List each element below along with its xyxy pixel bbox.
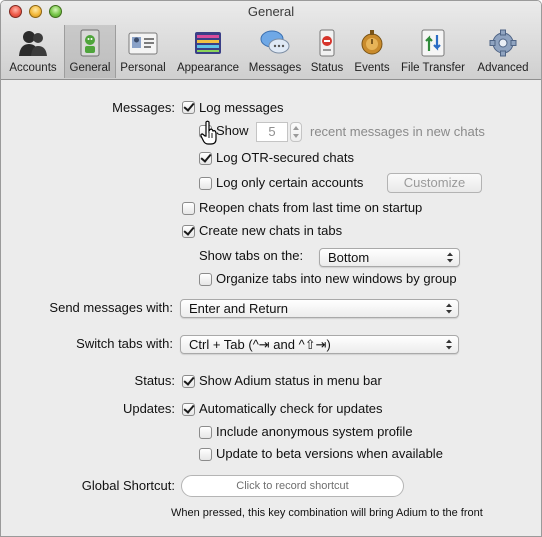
log-messages-label: Log messages xyxy=(199,100,284,115)
toolbar-label-general: General xyxy=(69,62,111,74)
toolbar-label-personal: Personal xyxy=(120,62,166,74)
toolbar-item-file-transfer[interactable]: File Transfer xyxy=(396,25,470,78)
status-section-label: Status: xyxy=(134,373,175,388)
events-icon xyxy=(361,30,383,55)
personal-icon xyxy=(128,32,158,55)
log-certain-accounts-checkbox[interactable] xyxy=(199,177,212,190)
toolbar-label-status: Status xyxy=(310,62,344,74)
toolbar-item-general[interactable]: General xyxy=(64,25,116,78)
switch-tabs-value: Ctrl + Tab (^⇥ and ^⇧⇥) xyxy=(189,337,331,352)
beta-versions-label: Update to beta versions when available xyxy=(216,446,443,461)
toolbar-label-file-transfer: File Transfer xyxy=(401,62,465,74)
log-messages-checkbox[interactable] xyxy=(182,101,195,114)
hand-cursor-icon xyxy=(200,120,217,145)
title-bar: General Accounts General Personal Appear… xyxy=(1,1,541,80)
messages-section-label: Messages: xyxy=(112,100,175,115)
anonymous-profile-checkbox[interactable] xyxy=(199,426,212,439)
tab-position-popup[interactable]: Bottom xyxy=(319,248,460,267)
popup-arrows-icon xyxy=(446,339,452,350)
create-tabs-label: Create new chats in tabs xyxy=(199,223,343,238)
auto-check-updates-label: Automatically check for updates xyxy=(199,401,383,416)
tab-position-value: Bottom xyxy=(328,250,370,265)
reopen-chats-checkbox[interactable] xyxy=(182,202,195,215)
show-status-menu-bar-checkbox[interactable] xyxy=(182,375,195,388)
toolbar-label-events: Events xyxy=(354,62,390,74)
recent-messages-count-field[interactable]: 5 xyxy=(256,122,288,142)
shortcut-hint: When pressed, this key combination will … xyxy=(171,507,483,519)
updates-section-label: Updates: xyxy=(122,401,175,416)
shortcut-recorder[interactable]: Click to record shortcut xyxy=(181,475,404,497)
general-icon xyxy=(80,29,100,57)
show-status-menu-bar-label: Show Adium status in menu bar xyxy=(199,373,382,388)
toolbar-item-status[interactable]: Status xyxy=(306,25,348,78)
appearance-icon xyxy=(195,32,221,54)
status-icon xyxy=(319,29,335,57)
send-messages-popup[interactable]: Enter and Return xyxy=(180,299,459,318)
organize-tabs-checkbox[interactable] xyxy=(199,273,212,286)
toolbar-item-personal[interactable]: Personal xyxy=(116,25,170,78)
show-recent-label: Show xyxy=(216,123,249,138)
toolbar-label-accounts: Accounts xyxy=(9,62,57,74)
reopen-chats-label: Reopen chats from last time on startup xyxy=(199,200,423,215)
toolbar-item-events[interactable]: Events xyxy=(350,25,394,78)
log-otr-checkbox[interactable] xyxy=(199,152,212,165)
global-shortcut-label: Global Shortcut: xyxy=(81,478,175,493)
window-title: General xyxy=(247,4,295,19)
recent-messages-stepper[interactable] xyxy=(290,122,302,142)
accounts-icon xyxy=(19,31,47,56)
send-messages-value: Enter and Return xyxy=(189,301,289,316)
log-certain-accounts-label: Log only certain accounts xyxy=(216,175,364,190)
recent-messages-suffix: recent messages in new chats xyxy=(310,124,485,139)
organize-tabs-label: Organize tabs into new windows by group xyxy=(216,271,457,286)
create-tabs-checkbox[interactable] xyxy=(182,225,195,238)
beta-versions-checkbox[interactable] xyxy=(199,448,212,461)
toolbar-item-advanced[interactable]: Advanced xyxy=(472,25,534,78)
switch-tabs-popup[interactable]: Ctrl + Tab (^⇥ and ^⇧⇥) xyxy=(180,335,459,354)
popup-arrows-icon xyxy=(446,303,452,314)
customize-button[interactable]: Customize xyxy=(387,173,482,193)
messages-icon xyxy=(260,30,290,54)
toolbar-label-advanced: Advanced xyxy=(477,62,529,74)
advanced-icon xyxy=(489,29,517,57)
auto-check-updates-checkbox[interactable] xyxy=(182,403,195,416)
log-otr-label: Log OTR-secured chats xyxy=(216,150,355,165)
toolbar-label-messages: Messages xyxy=(248,62,302,74)
toolbar-item-appearance[interactable]: Appearance xyxy=(172,25,244,78)
toolbar-label-appearance: Appearance xyxy=(176,62,240,74)
anonymous-profile-label: Include anonymous system profile xyxy=(216,424,413,439)
show-tabs-on-label: Show tabs on the: xyxy=(199,248,304,263)
file-transfer-icon xyxy=(421,29,445,57)
preferences-window: General Accounts General Personal Appear… xyxy=(0,0,542,537)
stepper-arrows-icon xyxy=(293,126,299,138)
popup-arrows-icon xyxy=(447,252,453,263)
switch-tabs-label: Switch tabs with: xyxy=(76,336,173,351)
toolbar-item-messages[interactable]: Messages xyxy=(246,25,304,78)
send-messages-label: Send messages with: xyxy=(49,300,173,315)
toolbar-item-accounts[interactable]: Accounts xyxy=(4,25,62,78)
